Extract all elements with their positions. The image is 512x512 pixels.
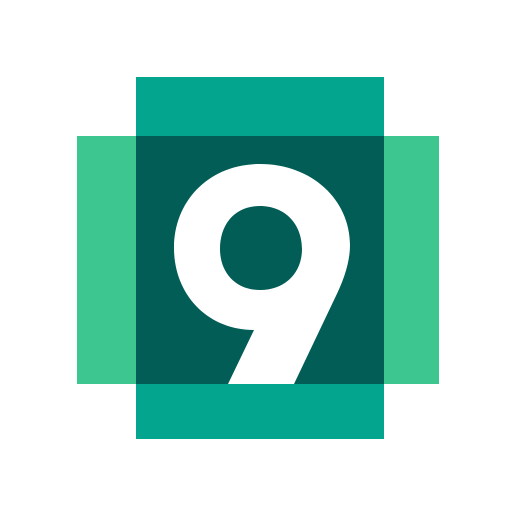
nine-logo-icon [77, 77, 439, 439]
app-icon-canvas [0, 0, 512, 512]
